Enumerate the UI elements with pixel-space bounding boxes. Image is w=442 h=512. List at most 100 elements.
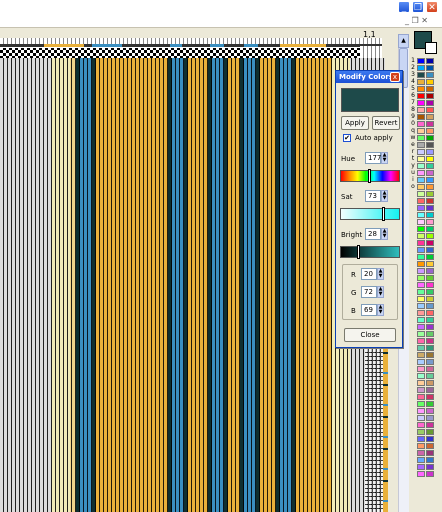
palette-swatch[interactable]	[426, 268, 434, 274]
palette-swatch[interactable]	[426, 128, 434, 134]
apply-button[interactable]: Apply	[341, 116, 369, 130]
palette-swatch[interactable]	[426, 233, 434, 239]
palette-swatch[interactable]	[417, 156, 425, 162]
palette-swatch[interactable]	[417, 436, 425, 442]
g-spinner[interactable]: ▲ ▼	[377, 286, 384, 298]
palette-swatch[interactable]	[426, 135, 434, 141]
palette-swatch[interactable]	[426, 331, 434, 337]
palette-swatch[interactable]	[426, 387, 434, 393]
palette-swatch[interactable]	[417, 296, 425, 302]
mdi-minimize-button[interactable]: _	[405, 16, 409, 25]
palette-swatch[interactable]	[426, 324, 434, 330]
palette-swatch[interactable]	[417, 352, 425, 358]
palette-swatch[interactable]	[426, 457, 434, 463]
palette-swatch[interactable]	[426, 114, 434, 120]
palette-swatch[interactable]	[417, 254, 425, 260]
palette-swatch[interactable]	[417, 233, 425, 239]
palette-swatch[interactable]	[417, 72, 425, 78]
palette-swatch[interactable]	[417, 317, 425, 323]
palette-swatch[interactable]	[426, 170, 434, 176]
palette-swatch[interactable]	[426, 282, 434, 288]
palette-swatch[interactable]	[417, 163, 425, 169]
palette-swatch[interactable]	[417, 219, 425, 225]
palette-swatch[interactable]	[417, 422, 425, 428]
palette-swatch[interactable]	[426, 107, 434, 113]
b-input[interactable]: 69	[361, 304, 377, 316]
palette-swatch[interactable]	[426, 352, 434, 358]
g-input[interactable]: 72	[361, 286, 377, 298]
palette-swatch[interactable]	[426, 429, 434, 435]
palette-swatch[interactable]	[426, 205, 434, 211]
auto-apply-checkbox[interactable]: ✔	[343, 134, 351, 142]
palette-swatch[interactable]	[417, 261, 425, 267]
sat-slider-thumb[interactable]	[382, 207, 385, 221]
palette-swatch[interactable]	[417, 373, 425, 379]
sat-input[interactable]: 73	[365, 190, 381, 202]
palette-swatch[interactable]	[426, 401, 434, 407]
palette-swatch[interactable]	[426, 240, 434, 246]
palette-swatch[interactable]	[417, 170, 425, 176]
palette-swatch[interactable]	[417, 142, 425, 148]
weave-drawdown[interactable]	[0, 58, 385, 512]
mdi-close-button[interactable]: ✕	[421, 16, 428, 25]
palette-swatch[interactable]	[426, 289, 434, 295]
b-spinner[interactable]: ▲ ▼	[377, 304, 384, 316]
palette-swatch[interactable]	[417, 65, 425, 71]
palette-swatch[interactable]	[426, 345, 434, 351]
palette-swatch[interactable]	[426, 373, 434, 379]
palette-swatch[interactable]	[426, 72, 434, 78]
palette-swatch[interactable]	[417, 107, 425, 113]
palette-swatch[interactable]	[417, 450, 425, 456]
palette-swatch[interactable]	[426, 198, 434, 204]
r-input[interactable]: 20	[361, 268, 377, 280]
bright-slider[interactable]	[340, 245, 400, 259]
palette-swatch[interactable]	[426, 296, 434, 302]
palette-swatch[interactable]	[417, 359, 425, 365]
palette-swatch[interactable]	[426, 184, 434, 190]
palette-swatch[interactable]	[417, 58, 425, 64]
sat-spinner[interactable]: ▲ ▼	[381, 190, 388, 202]
palette-swatch[interactable]	[426, 212, 434, 218]
palette-swatch[interactable]	[426, 219, 434, 225]
hue-spinner[interactable]: ▲ ▼	[381, 152, 388, 164]
palette-swatch[interactable]	[417, 345, 425, 351]
palette-swatch[interactable]	[417, 177, 425, 183]
palette-swatch[interactable]	[426, 303, 434, 309]
palette-swatch[interactable]	[417, 324, 425, 330]
palette-swatch[interactable]	[426, 254, 434, 260]
palette-swatch[interactable]	[426, 415, 434, 421]
palette-swatch[interactable]	[426, 422, 434, 428]
scroll-up-button[interactable]: ▲	[398, 34, 409, 48]
background-color-swatch[interactable]	[425, 42, 437, 54]
palette-swatch[interactable]	[426, 93, 434, 99]
minimize-button[interactable]: _	[398, 1, 410, 13]
palette-swatch[interactable]	[426, 191, 434, 197]
bright-spinner[interactable]: ▲ ▼	[381, 228, 388, 240]
palette-swatch[interactable]	[426, 366, 434, 372]
palette-swatch[interactable]	[426, 142, 434, 148]
palette-swatch[interactable]	[417, 331, 425, 337]
palette-swatch[interactable]	[417, 198, 425, 204]
palette-swatch[interactable]	[426, 380, 434, 386]
palette-swatch[interactable]	[426, 261, 434, 267]
sat-slider[interactable]	[340, 207, 400, 221]
bright-input[interactable]: 28	[365, 228, 381, 240]
palette-swatch[interactable]	[417, 338, 425, 344]
palette-swatch[interactable]	[417, 471, 425, 477]
palette-swatch[interactable]	[417, 114, 425, 120]
palette-swatch[interactable]	[417, 443, 425, 449]
palette-swatch[interactable]	[417, 415, 425, 421]
palette-swatch[interactable]	[417, 100, 425, 106]
close-button[interactable]: Close	[344, 328, 396, 342]
hue-input[interactable]: 177	[365, 152, 381, 164]
palette-swatch[interactable]	[417, 408, 425, 414]
palette-swatch[interactable]	[426, 86, 434, 92]
mdi-restore-button[interactable]: ❐	[412, 16, 419, 25]
close-window-button[interactable]: ✕	[426, 1, 438, 13]
palette-swatch[interactable]	[417, 128, 425, 134]
palette-swatch[interactable]	[417, 212, 425, 218]
palette-swatch[interactable]	[417, 247, 425, 253]
palette-swatch[interactable]	[426, 58, 434, 64]
palette-swatch[interactable]	[426, 121, 434, 127]
palette-swatch[interactable]	[426, 436, 434, 442]
